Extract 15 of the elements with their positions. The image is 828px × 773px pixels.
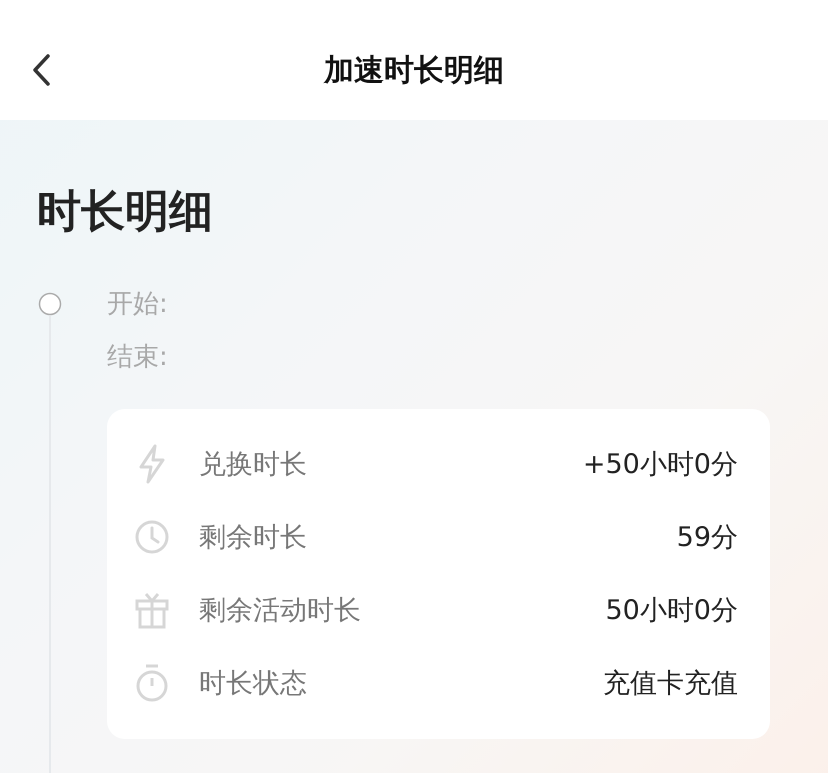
timeline-label: 开始:	[107, 290, 169, 318]
stopwatch-icon	[135, 662, 169, 702]
detail-value: 59分	[676, 520, 738, 554]
back-icon	[30, 53, 52, 87]
detail-value: +50小时0分	[582, 448, 738, 482]
detail-value: 50小时0分	[605, 594, 738, 628]
timeline-label: 结束:	[107, 343, 169, 371]
detail-label: 兑换时长	[199, 448, 307, 482]
detail-label: 剩余时长	[199, 520, 307, 554]
page-title: 加速时长明细	[324, 52, 504, 90]
section-title: 时长明细	[37, 185, 214, 239]
timeline-node-icon	[38, 292, 62, 316]
detail-label: 剩余活动时长	[199, 594, 361, 628]
detail-label: 时长状态	[199, 666, 307, 700]
detail-value: 充值卡充值	[603, 666, 738, 700]
